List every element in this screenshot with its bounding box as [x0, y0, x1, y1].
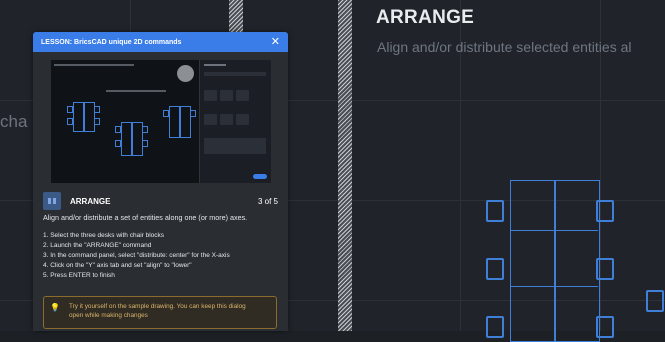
panel-button — [236, 114, 249, 125]
preview-chair — [94, 118, 100, 125]
chair-block[interactable] — [486, 316, 504, 338]
tip-text: Try it yourself on the sample drawing. Y… — [69, 302, 246, 320]
preview-chair — [94, 106, 100, 113]
panel-field — [204, 138, 266, 154]
instruction-item: 5. Press ENTER to finish — [43, 272, 115, 279]
dialog-header: LESSON: BricsCAD unique 2D commands ✕ — [33, 32, 288, 52]
instruction-item: 2. Launch the "ARRANGE" command — [43, 242, 152, 249]
panel-apply-button — [253, 174, 267, 179]
lesson-preview-video[interactable] — [51, 60, 271, 183]
chair-block[interactable] — [486, 258, 504, 280]
panel-button — [204, 90, 217, 101]
panel-label — [204, 64, 226, 66]
chair-block[interactable] — [596, 200, 614, 222]
chair-block[interactable] — [596, 258, 614, 280]
instruction-list: 1. Select the three desks with chair blo… — [43, 231, 283, 281]
preview-command-panel — [199, 60, 271, 183]
close-icon[interactable]: ✕ — [271, 36, 280, 48]
panel-button — [236, 90, 249, 101]
arrange-icon — [43, 192, 61, 210]
chair-block[interactable] — [596, 316, 614, 338]
panel-button — [220, 114, 233, 125]
preview-drawing — [51, 60, 199, 183]
panel-button — [220, 90, 233, 101]
desk-divider — [510, 230, 598, 231]
lightbulb-icon: 💡 — [50, 303, 60, 312]
instruction-item: 3. In the command panel, select "distrib… — [43, 252, 230, 259]
step-name: ARRANGE — [70, 196, 111, 206]
instruction-item: 1. Select the three desks with chair blo… — [43, 232, 165, 239]
preview-chair — [142, 140, 148, 147]
preview-caption — [106, 90, 166, 92]
command-subtitle: Align and/or distribute selected entitie… — [377, 39, 632, 55]
preview-chair — [67, 106, 73, 113]
preview-chair — [115, 126, 121, 133]
preview-chair — [163, 110, 169, 117]
instruction-item: 4. Click on the "Y" axis tab and set "al… — [43, 262, 192, 269]
tip-line: open while making changes — [69, 312, 148, 319]
lesson-dialog: LESSON: BricsCAD unique 2D commands ✕ AR… — [33, 32, 288, 331]
step-header: ARRANGE 3 of 5 — [43, 192, 278, 210]
tip-box: 💡 Try it yourself on the sample drawing.… — [43, 296, 277, 329]
desk-divider — [510, 286, 598, 287]
desk-block[interactable] — [554, 180, 600, 342]
panel-tabs — [204, 72, 266, 76]
chair-block[interactable] — [646, 290, 664, 312]
presenter-avatar — [177, 65, 194, 82]
preview-chair — [190, 110, 196, 117]
preview-caption — [54, 64, 134, 66]
preview-chair — [115, 140, 121, 147]
chair-block[interactable] — [486, 200, 504, 222]
step-description: Align and/or distribute a set of entitie… — [43, 213, 248, 222]
command-title: ARRANGE — [376, 7, 475, 28]
preview-chair — [142, 126, 148, 133]
desk-block[interactable] — [510, 180, 556, 342]
step-counter: 3 of 5 — [257, 196, 278, 206]
dialog-title: LESSON: BricsCAD unique 2D commands — [41, 38, 182, 46]
wall-hatch-right — [338, 0, 352, 331]
background-text: cha — [0, 112, 28, 131]
tip-line: Try it yourself on the sample drawing. Y… — [69, 303, 246, 310]
preview-chair — [67, 118, 73, 125]
panel-button — [204, 114, 217, 125]
